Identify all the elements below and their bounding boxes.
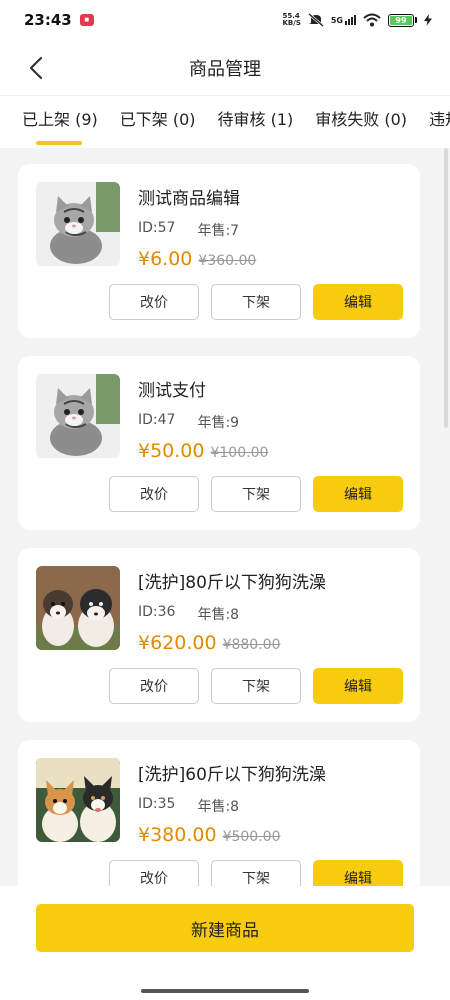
product-price: ¥380.00 [138,824,217,846]
tab-violation[interactable]: 违规 [418,96,450,148]
status-icons: 55.4 KB/S 5G 99 [282,12,432,27]
product-actions: 改价 下架 编辑 [109,860,403,886]
product-original-price: ¥100.00 [210,445,269,461]
product-id: ID:35 [138,796,176,812]
price-row: ¥620.00 ¥880.00 [138,632,280,654]
kitten-icon [36,374,120,458]
product-original-price: ¥360.00 [198,253,257,269]
product-original-price: ¥500.00 [222,829,281,845]
product-list[interactable]: 测试商品编辑 ID:57 年售:7 ¥6.00 ¥360.00 改价 下架 编辑 [0,148,450,886]
corgi-icon [36,758,120,842]
edit-button[interactable]: 编辑 [313,476,403,512]
charging-icon [424,14,432,26]
product-meta: ID:35 年售:8 [138,796,239,816]
nav-bar: 商品管理 [0,40,450,96]
edit-button[interactable]: 编辑 [313,668,403,704]
product-sales: 年售:7 [197,223,240,239]
change-price-button[interactable]: 改价 [109,860,199,886]
price-row: ¥6.00 ¥360.00 [138,248,256,270]
mute-icon [308,13,324,27]
edit-button[interactable]: 编辑 [313,860,403,886]
product-price: ¥6.00 [138,248,193,270]
product-sales: 年售:8 [197,607,240,623]
product-actions: 改价 下架 编辑 [109,476,403,512]
take-off-shelf-button[interactable]: 下架 [211,284,301,320]
battery-icon: 99 [388,13,417,27]
network-speed: 55.4 KB/S [282,12,301,27]
change-price-button[interactable]: 改价 [109,476,199,512]
page-title: 商品管理 [189,58,261,80]
product-meta: ID:57 年售:7 [138,220,239,240]
change-price-button[interactable]: 改价 [109,284,199,320]
change-price-button[interactable]: 改价 [109,668,199,704]
take-off-shelf-button[interactable]: 下架 [211,860,301,886]
status-bar: 23:43 ■ 55.4 KB/S 5G 99 [0,0,450,40]
product-name: 测试支付 [138,381,206,401]
edit-button[interactable]: 编辑 [313,284,403,320]
bottom-bar: 新建商品 [0,886,450,1000]
product-sales: 年售:8 [197,799,240,815]
product-name: 测试商品编辑 [138,189,240,209]
kitten-icon [36,182,120,266]
product-actions: 改价 下架 编辑 [109,668,403,704]
status-time: 23:43 [24,11,72,29]
wifi-icon [363,13,381,27]
product-id: ID:57 [138,220,176,236]
new-product-button[interactable]: 新建商品 [36,904,414,952]
product-name: [洗护]60斤以下狗狗洗澡 [138,765,326,785]
product-card[interactable]: [洗护]80斤以下狗狗洗澡 ID:36 年售:8 ¥620.00 ¥880.00… [18,548,420,722]
price-row: ¥50.00 ¥100.00 [138,440,268,462]
notification-badge-icon: ■ [79,14,94,26]
product-thumbnail [36,182,120,266]
take-off-shelf-button[interactable]: 下架 [211,476,301,512]
product-id: ID:47 [138,412,176,428]
take-off-shelf-button[interactable]: 下架 [211,668,301,704]
tab-review-failed[interactable]: 审核失败 (0) [304,96,418,148]
product-card[interactable]: 测试商品编辑 ID:57 年售:7 ¥6.00 ¥360.00 改价 下架 编辑 [18,164,420,338]
product-meta: ID:36 年售:8 [138,604,239,624]
scrollbar[interactable] [444,148,448,428]
product-sales: 年售:9 [197,415,240,431]
product-actions: 改价 下架 编辑 [109,284,403,320]
product-thumbnail [36,758,120,842]
product-id: ID:36 [138,604,176,620]
back-button[interactable] [20,52,52,84]
tab-on-shelf[interactable]: 已上架 (9) [0,96,109,148]
chevron-left-icon [29,56,43,80]
tab-pending-review[interactable]: 待审核 (1) [207,96,305,148]
product-original-price: ¥880.00 [222,637,281,653]
signal-icon: 5G [331,15,356,25]
tab-off-shelf[interactable]: 已下架 (0) [109,96,207,148]
product-thumbnail [36,566,120,650]
product-price: ¥620.00 [138,632,217,654]
product-card[interactable]: 测试支付 ID:47 年售:9 ¥50.00 ¥100.00 改价 下架 编辑 [18,356,420,530]
product-meta: ID:47 年售:9 [138,412,239,432]
status-tabs: 已上架 (9) 已下架 (0) 待审核 (1) 审核失败 (0) 违规 [0,96,450,148]
product-card[interactable]: [洗护]60斤以下狗狗洗澡 ID:35 年售:8 ¥380.00 ¥500.00… [18,740,420,886]
product-name: [洗护]80斤以下狗狗洗澡 [138,573,326,593]
price-row: ¥380.00 ¥500.00 [138,824,280,846]
product-thumbnail [36,374,120,458]
husky-puppies-icon [36,566,120,650]
product-price: ¥50.00 [138,440,205,462]
home-indicator[interactable] [141,989,309,993]
